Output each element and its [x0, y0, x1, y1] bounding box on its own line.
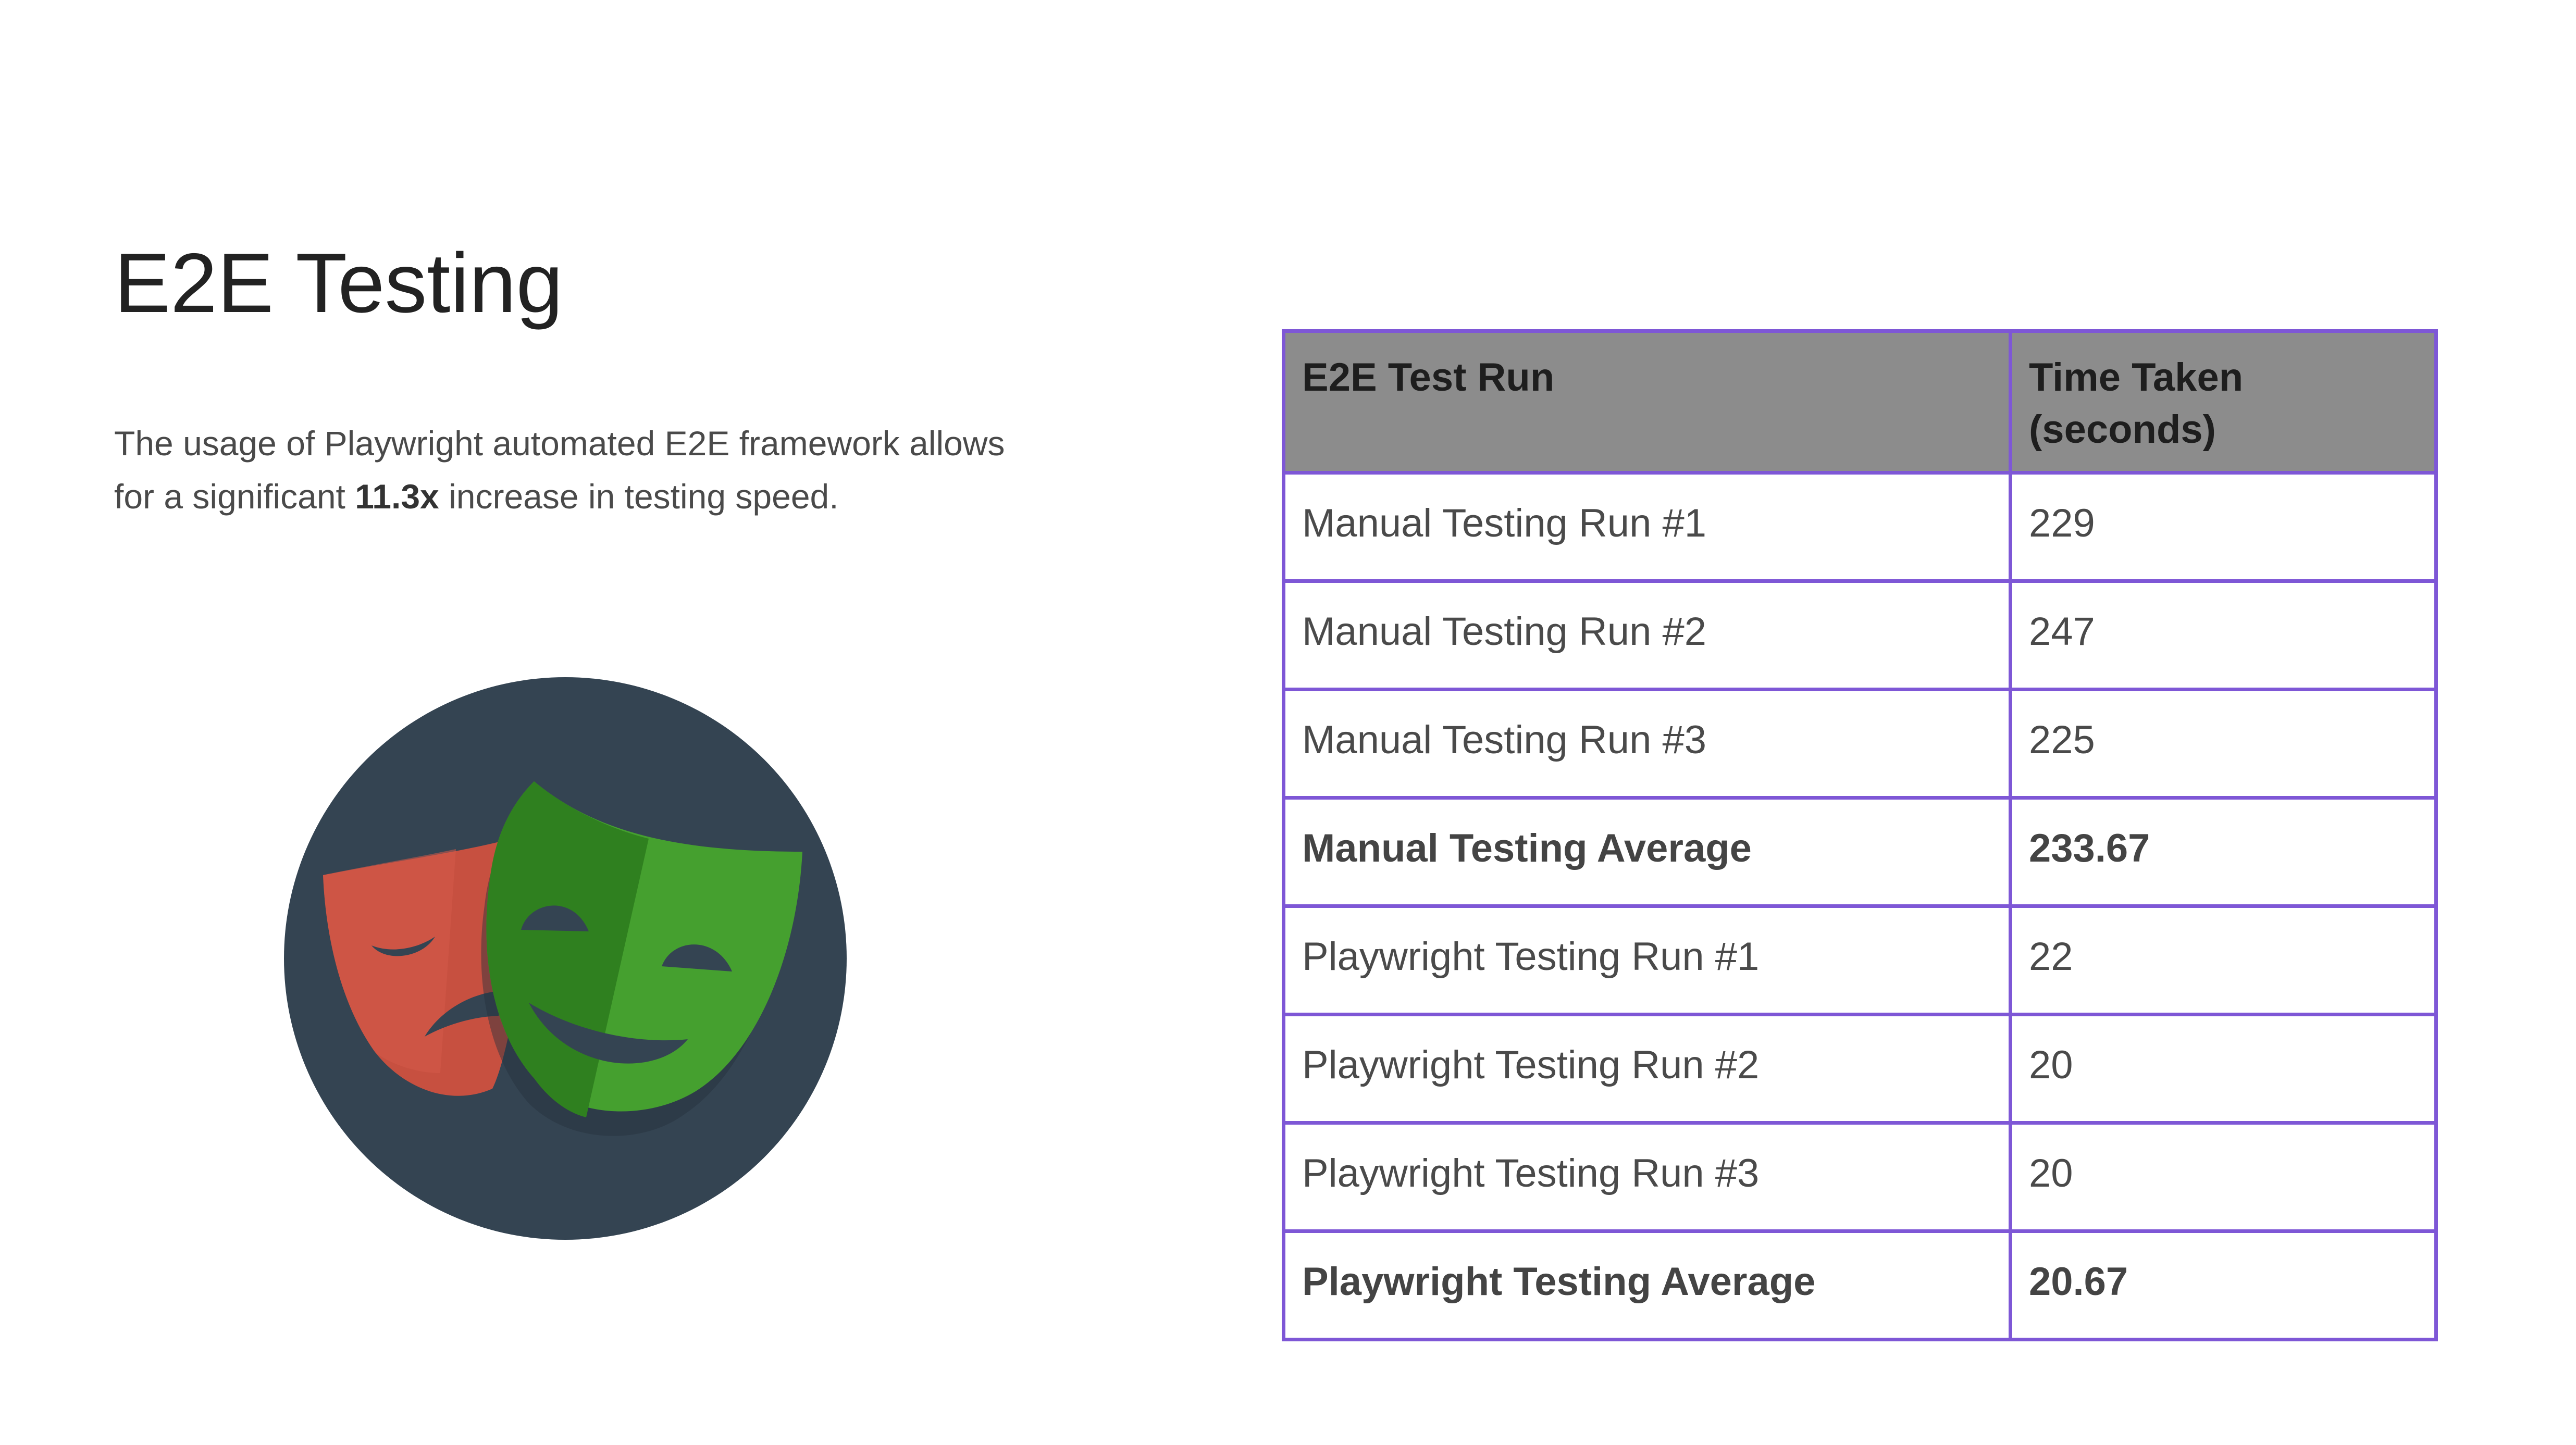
test-run-cell: Manual Testing Run #1 [1282, 471, 2012, 583]
time-taken-cell: 229 [2009, 471, 2438, 583]
table-row: Manual Testing Run #3 225 [1282, 688, 2438, 800]
column-header-time-taken: Time Taken (seconds) [2009, 329, 2438, 475]
time-taken-cell: 233.67 [2009, 796, 2438, 908]
speedup-highlight: 11.3x [355, 477, 439, 516]
test-run-cell: Playwright Testing Run #3 [1282, 1121, 2012, 1233]
description-text-end: increase in testing speed. [439, 477, 839, 516]
test-run-cell: Manual Testing Run #3 [1282, 688, 2012, 800]
time-taken-cell: 225 [2009, 688, 2438, 800]
table-row-average: Playwright Testing Average 20.67 [1282, 1229, 2438, 1341]
test-run-cell: Manual Testing Average [1282, 796, 2012, 908]
test-run-cell: Playwright Testing Run #2 [1282, 1013, 2012, 1125]
time-taken-cell: 20 [2009, 1013, 2438, 1125]
table-row-average: Manual Testing Average 233.67 [1282, 796, 2438, 908]
table-header-row: E2E Test Run Time Taken (seconds) [1282, 329, 2438, 475]
test-run-cell: Playwright Testing Average [1282, 1229, 2012, 1341]
slide-title: E2E Testing [114, 236, 563, 330]
playwright-masks-logo-icon [284, 677, 847, 1240]
table-row: Playwright Testing Run #1 22 [1282, 904, 2438, 1016]
test-results-table: E2E Test Run Time Taken (seconds) Manual… [1282, 329, 2438, 1341]
time-taken-cell: 20.67 [2009, 1229, 2438, 1341]
time-taken-cell: 22 [2009, 904, 2438, 1016]
slide-description: The usage of Playwright automated E2E fr… [114, 417, 1052, 523]
test-run-cell: Playwright Testing Run #1 [1282, 904, 2012, 1016]
test-run-cell: Manual Testing Run #2 [1282, 579, 2012, 691]
time-taken-cell: 20 [2009, 1121, 2438, 1233]
table-row: Playwright Testing Run #2 20 [1282, 1013, 2438, 1125]
column-header-test-run: E2E Test Run [1282, 329, 2012, 475]
table-row: Manual Testing Run #1 229 [1282, 471, 2438, 583]
table-row: Manual Testing Run #2 247 [1282, 579, 2438, 691]
table-row: Playwright Testing Run #3 20 [1282, 1121, 2438, 1233]
time-taken-cell: 247 [2009, 579, 2438, 691]
